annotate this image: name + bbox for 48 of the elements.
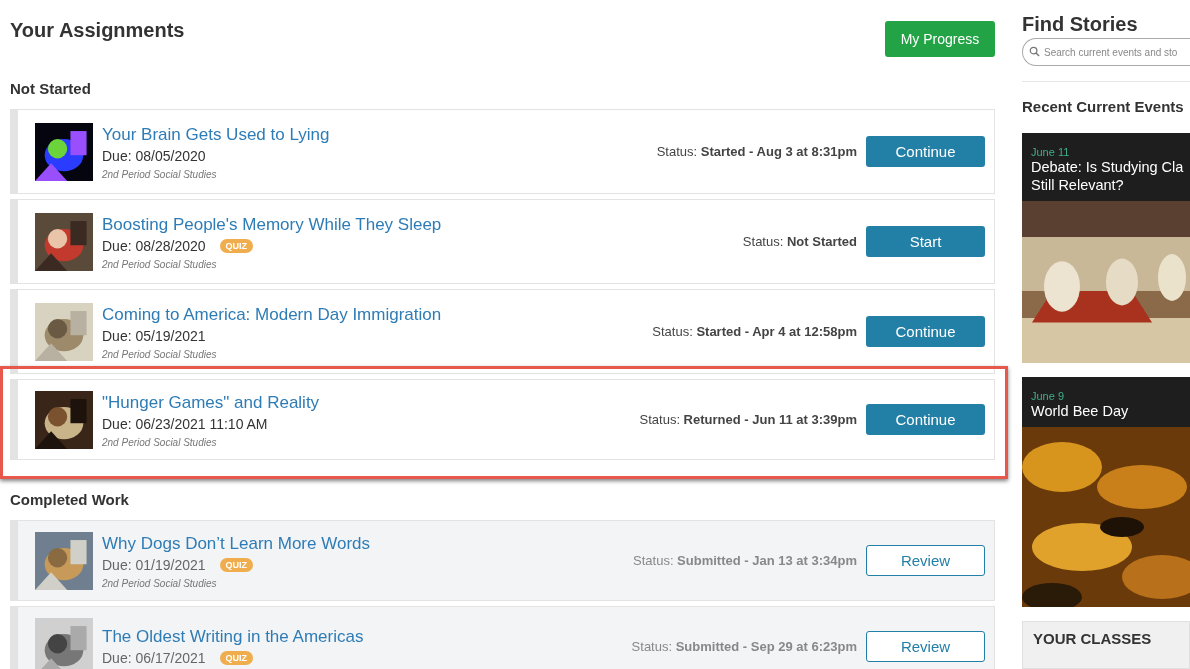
assignment-title-link[interactable]: Why Dogs Don’t Learn More Words: [102, 532, 634, 555]
quiz-tag: QUIZ: [219, 650, 254, 665]
status-text: Status: Returned - Jun 11 at 3:39pm: [639, 412, 857, 427]
due-date: Due: 08/28/2020: [102, 236, 206, 256]
story-date: June 9: [1031, 390, 1066, 402]
action-button[interactable]: Start: [866, 226, 985, 257]
status-text: Status: Submitted - Jan 13 at 3:34pm: [633, 553, 857, 568]
action-button[interactable]: Continue: [866, 316, 985, 347]
search-icon: [1029, 46, 1040, 57]
section-heading: Completed Work: [10, 491, 130, 508]
due-date: Due: 05/19/2021: [102, 326, 206, 346]
class-name: 2nd Period Social Studies: [102, 577, 218, 589]
class-name: 2nd Period Social Studies: [102, 348, 218, 360]
section-heading: Recent Current Events: [1022, 98, 1185, 115]
story-title: Still Relevant?: [1031, 176, 1125, 194]
class-name: 2nd Period Social Studies: [102, 436, 218, 448]
review-button[interactable]: Review: [866, 545, 985, 576]
story-date: June 11: [1031, 146, 1071, 158]
quiz-tag: QUIZ: [219, 238, 254, 253]
page-title: Your Assignments: [10, 19, 185, 42]
sidebar-title: Find Stories: [1022, 13, 1139, 36]
action-button[interactable]: Continue: [866, 136, 985, 167]
assignment-title-link[interactable]: "Hunger Games" and Reality: [102, 391, 640, 414]
action-button[interactable]: Continue: [866, 404, 985, 435]
due-date: Due: 06/23/2021 11:10 AM: [102, 414, 268, 434]
story-card[interactable]: June 9 World Bee Day: [1022, 377, 1190, 607]
my-progress-button[interactable]: My Progress: [885, 21, 995, 57]
story-title: World Bee Day: [1031, 402, 1130, 420]
classes-heading: YOUR CLASSES: [1033, 630, 1152, 647]
story-title: Debate: Is Studying Cla: [1031, 158, 1185, 176]
assignment-title-link[interactable]: The Oldest Writing in the Americas: [102, 625, 632, 648]
status-text: Status: Not Started: [742, 234, 857, 249]
quiz-tag: QUIZ: [219, 557, 254, 572]
status-text: Status: Started - Apr 4 at 12:58pm: [652, 324, 857, 339]
status-text: Status: Submitted - Sep 29 at 6:23pm: [631, 639, 857, 654]
due-date: Due: 06/17/2021: [102, 648, 206, 668]
review-button[interactable]: Review: [866, 631, 985, 662]
assignment-title-link[interactable]: Boosting People's Memory While They Sleep: [102, 213, 743, 236]
search-field[interactable]: Search current events and sto: [1022, 38, 1190, 66]
story-card[interactable]: June 11 Debate: Is Studying Cla Still Relevant?: [1022, 133, 1190, 363]
assignment-title-link[interactable]: Coming to America: Modern Day Immigration: [102, 303, 653, 326]
due-date: Due: 01/19/2021: [102, 555, 206, 575]
status-text: Status: Started - Aug 3 at 8:31pm: [656, 144, 857, 159]
class-name: 2nd Period Social Studies: [102, 258, 218, 270]
due-date: Due: 08/05/2020: [102, 146, 206, 166]
assignment-title-link[interactable]: Your Brain Gets Used to Lying: [102, 123, 657, 146]
class-name: 2nd Period Social Studies: [102, 168, 218, 180]
section-heading: Not Started: [10, 80, 92, 97]
